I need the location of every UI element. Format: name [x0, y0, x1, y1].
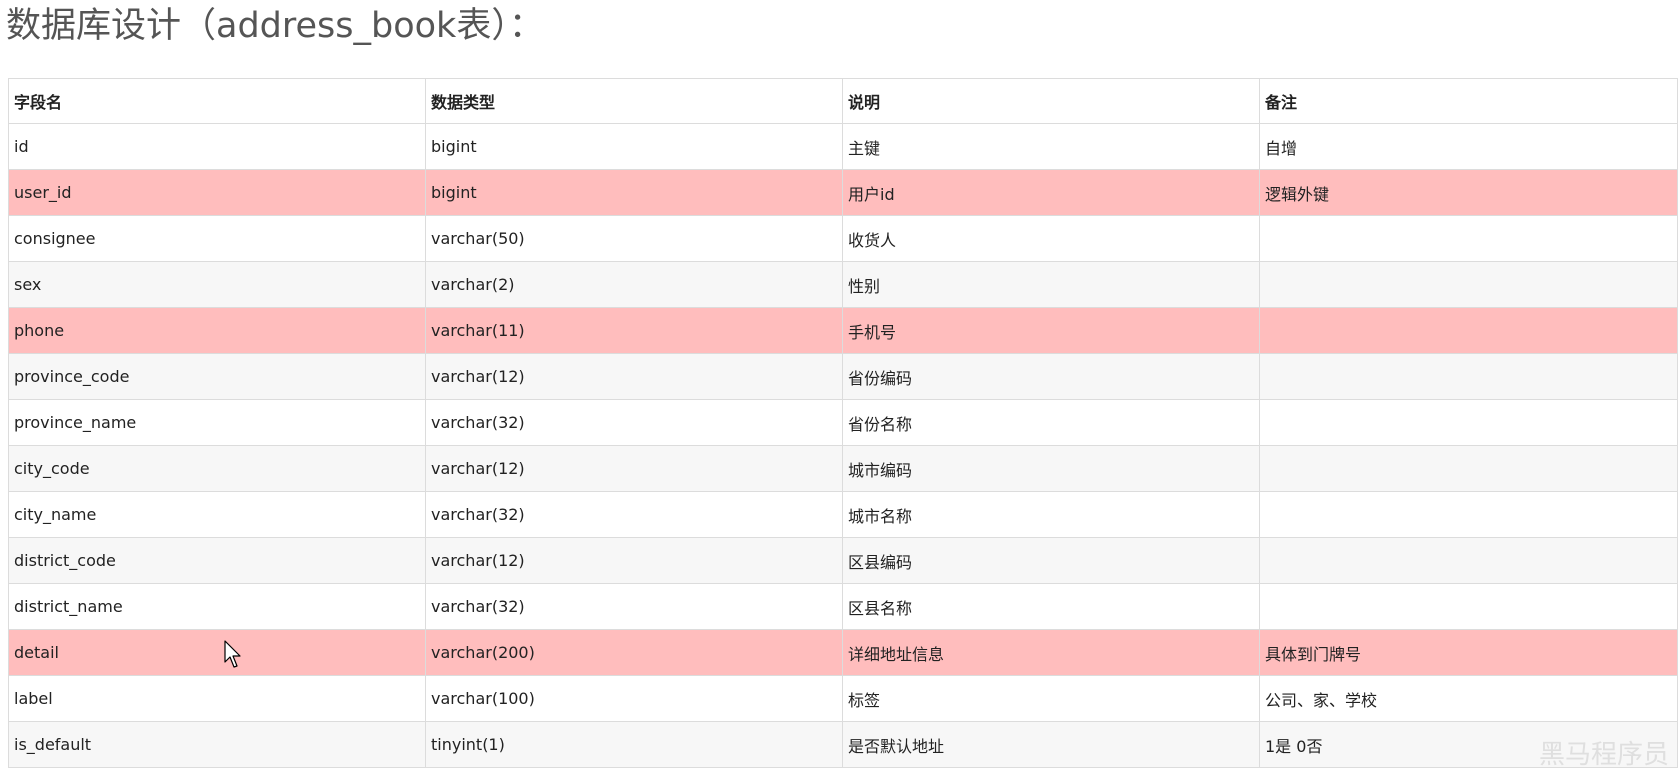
- table-row: detail varchar(200) 详细地址信息 具体到门牌号: [8, 629, 1678, 676]
- cell-field-name: is_default: [8, 721, 426, 768]
- table-row: district_name varchar(32) 区县名称: [8, 583, 1678, 630]
- cell-data-type: varchar(50): [425, 215, 843, 262]
- cell-description: 城市编码: [842, 445, 1260, 492]
- table-row: province_name varchar(32) 省份名称: [8, 399, 1678, 446]
- table-row: phone varchar(11) 手机号: [8, 307, 1678, 354]
- cell-field-name: consignee: [8, 215, 426, 262]
- cell-data-type: varchar(12): [425, 445, 843, 492]
- cell-note: 逻辑外键: [1259, 169, 1678, 216]
- cell-description: 城市名称: [842, 491, 1260, 538]
- cell-description: 区县名称: [842, 583, 1260, 630]
- cell-description: 省份名称: [842, 399, 1260, 446]
- cell-note: [1259, 261, 1678, 308]
- table-row: city_name varchar(32) 城市名称: [8, 491, 1678, 538]
- cell-note: [1259, 353, 1678, 400]
- cell-field-name: district_name: [8, 583, 426, 630]
- cell-data-type: varchar(11): [425, 307, 843, 354]
- cell-note: [1259, 583, 1678, 630]
- cell-data-type: varchar(32): [425, 491, 843, 538]
- cell-field-name: id: [8, 123, 426, 170]
- table-row: sex varchar(2) 性别: [8, 261, 1678, 308]
- cell-field-name: detail: [8, 629, 426, 676]
- cell-description: 手机号: [842, 307, 1260, 354]
- cell-note: 自增: [1259, 123, 1678, 170]
- header-note: 备注: [1259, 78, 1678, 124]
- cell-description: 用户id: [842, 169, 1260, 216]
- cell-data-type: varchar(200): [425, 629, 843, 676]
- cell-field-name: user_id: [8, 169, 426, 216]
- cell-field-name: city_code: [8, 445, 426, 492]
- cell-description: 标签: [842, 675, 1260, 722]
- cell-note: [1259, 215, 1678, 262]
- mouse-cursor-icon: [224, 640, 241, 668]
- table-row: city_code varchar(12) 城市编码: [8, 445, 1678, 492]
- header-field-name: 字段名: [8, 78, 426, 124]
- cell-note: [1259, 399, 1678, 446]
- table-row: province_code varchar(12) 省份编码: [8, 353, 1678, 400]
- cell-note: 公司、家、学校: [1259, 675, 1678, 722]
- cell-data-type: varchar(32): [425, 583, 843, 630]
- table-row: consignee varchar(50) 收货人: [8, 215, 1678, 262]
- cell-data-type: varchar(12): [425, 353, 843, 400]
- header-data-type: 数据类型: [425, 78, 843, 124]
- table-row: user_id bigint 用户id 逻辑外键: [8, 169, 1678, 216]
- cell-field-name: phone: [8, 307, 426, 354]
- cell-field-name: sex: [8, 261, 426, 308]
- table-header-row: 字段名 数据类型 说明 备注: [8, 78, 1678, 124]
- watermark-logo: 黑马程序员: [1538, 740, 1669, 770]
- header-description: 说明: [842, 78, 1260, 124]
- cell-description: 区县编码: [842, 537, 1260, 584]
- cell-note: [1259, 537, 1678, 584]
- cell-data-type: bigint: [425, 169, 843, 216]
- cell-note: [1259, 445, 1678, 492]
- cell-field-name: province_code: [8, 353, 426, 400]
- cell-note: 具体到门牌号: [1259, 629, 1678, 676]
- cell-field-name: province_name: [8, 399, 426, 446]
- cell-data-type: varchar(100): [425, 675, 843, 722]
- cell-note: [1259, 307, 1678, 354]
- cell-description: 省份编码: [842, 353, 1260, 400]
- cell-field-name: label: [8, 675, 426, 722]
- cell-data-type: varchar(32): [425, 399, 843, 446]
- cell-description: 收货人: [842, 215, 1260, 262]
- cell-description: 详细地址信息: [842, 629, 1260, 676]
- cell-description: 性别: [842, 261, 1260, 308]
- cell-field-name: city_name: [8, 491, 426, 538]
- cell-description: 主键: [842, 123, 1260, 170]
- table-row: district_code varchar(12) 区县编码: [8, 537, 1678, 584]
- cell-data-type: varchar(2): [425, 261, 843, 308]
- page-title: 数据库设计（address_book表）：: [6, 6, 544, 46]
- cell-description: 是否默认地址: [842, 721, 1260, 768]
- table-row: label varchar(100) 标签 公司、家、学校: [8, 675, 1678, 722]
- cell-data-type: bigint: [425, 123, 843, 170]
- table-row: id bigint 主键 自增: [8, 123, 1678, 170]
- schema-table: 字段名 数据类型 说明 备注 id bigint 主键 自增 user_id bigint…: [8, 78, 1678, 768]
- cell-data-type: varchar(12): [425, 537, 843, 584]
- cell-note: [1259, 491, 1678, 538]
- table-row: is_default tinyint(1) 是否默认地址 1是 0否: [8, 721, 1678, 768]
- cell-data-type: tinyint(1): [425, 721, 843, 768]
- cell-field-name: district_code: [8, 537, 426, 584]
